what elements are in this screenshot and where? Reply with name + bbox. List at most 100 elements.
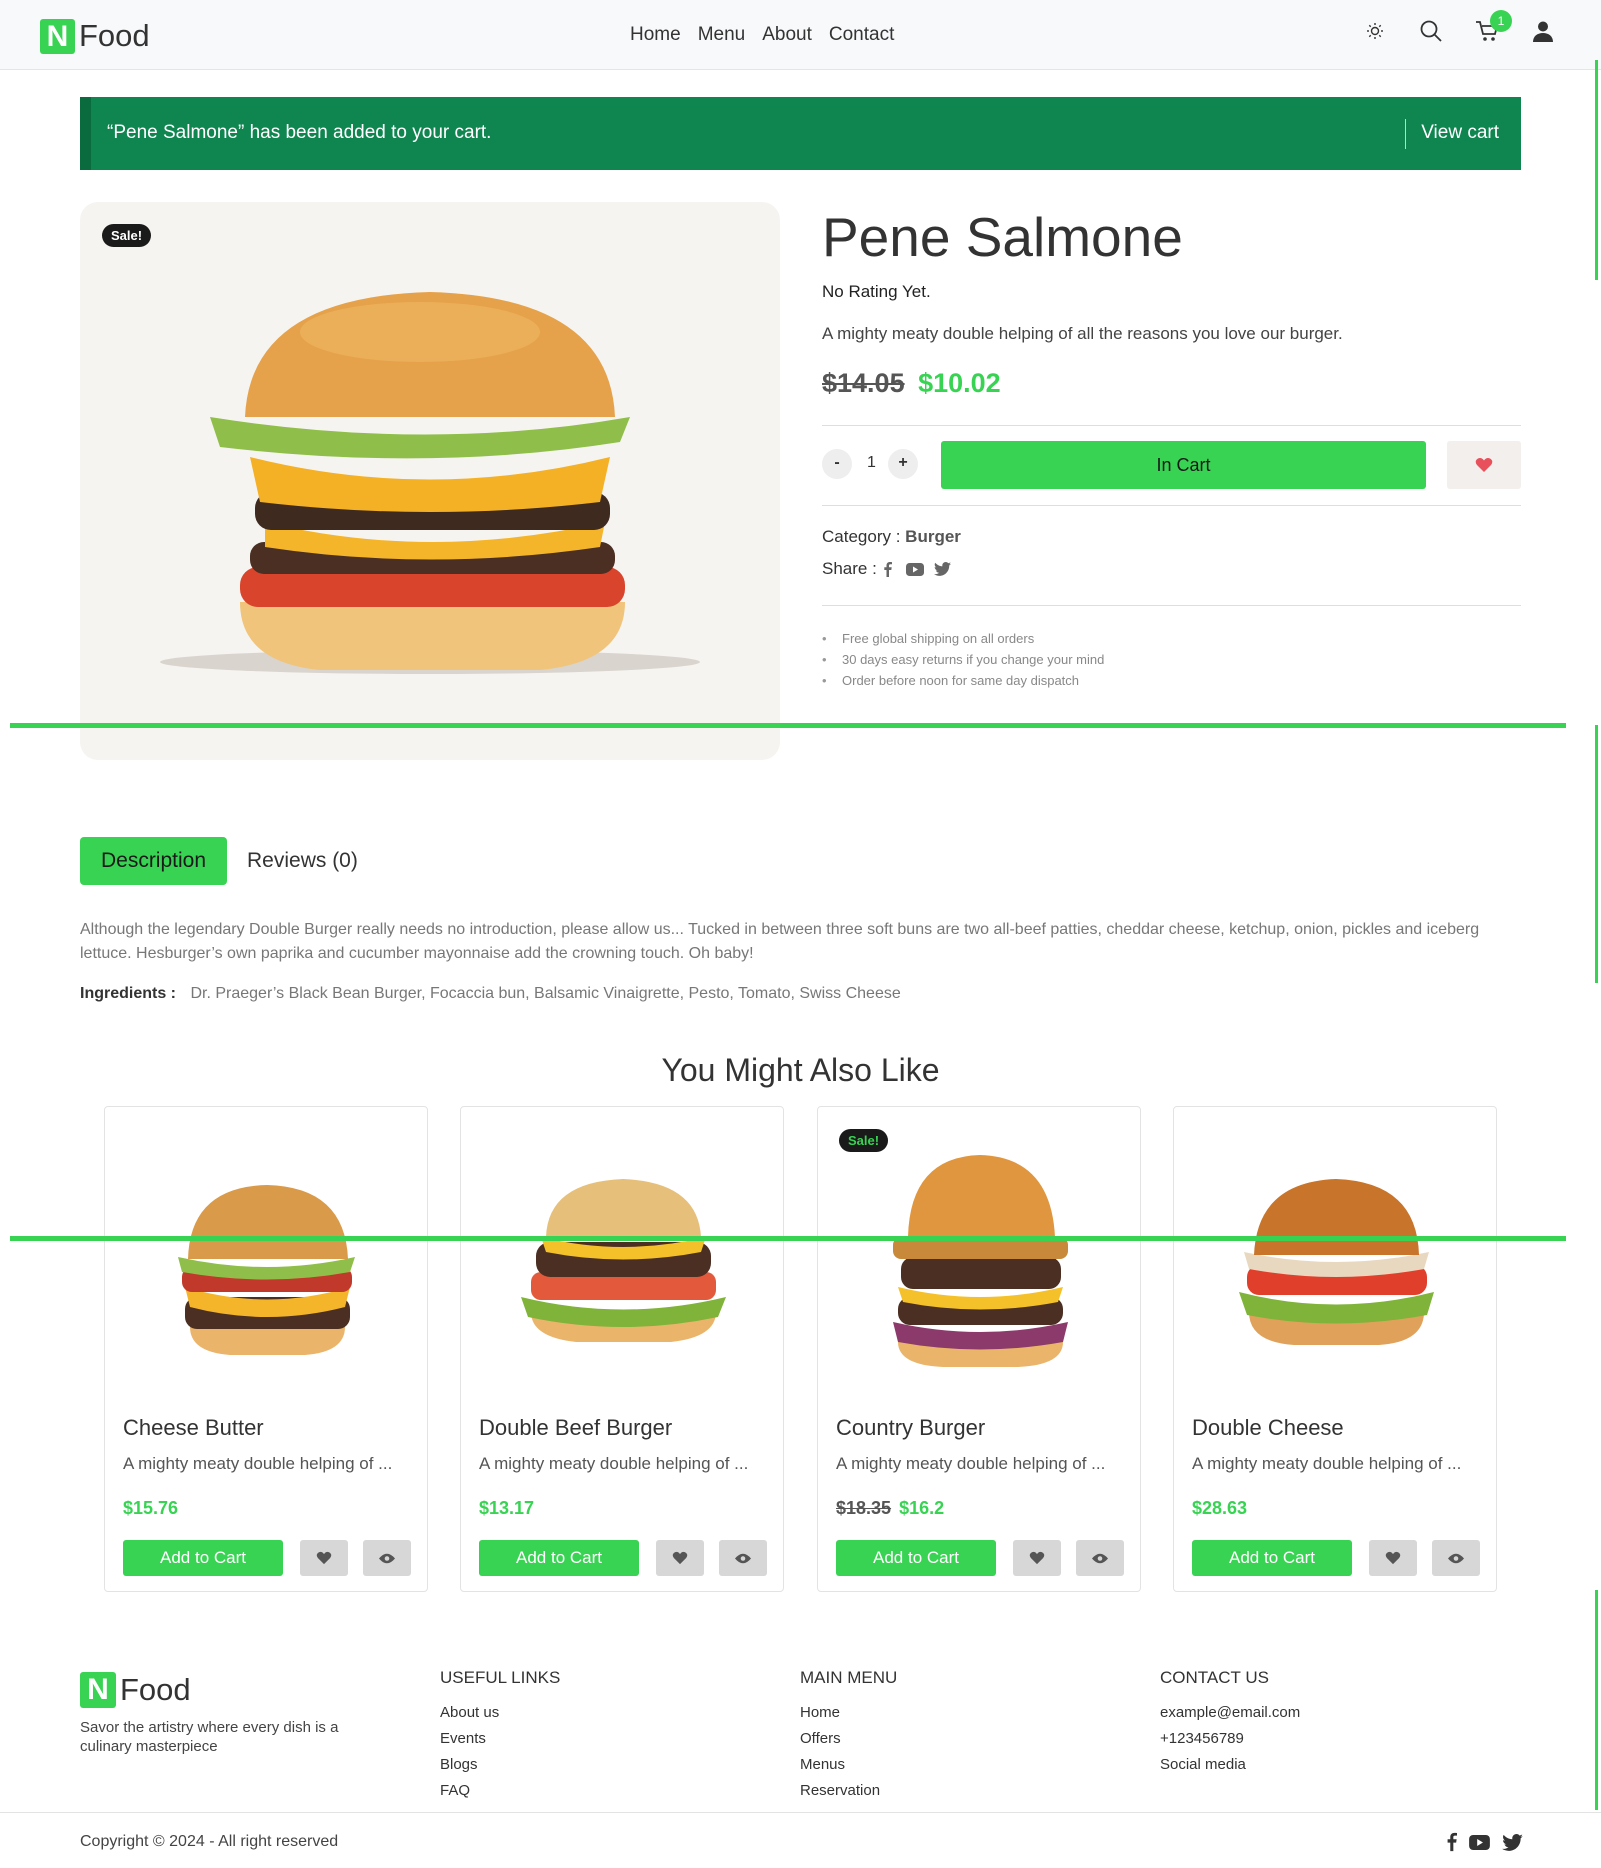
related-title: You Might Also Like — [661, 1052, 940, 1088]
heart-icon — [1475, 458, 1493, 472]
footer-tagline: Savor the artistry where every dish is a… — [80, 1719, 339, 1755]
footer-heading: MAIN MENU — [800, 1668, 898, 1687]
product-card-price-value: $28.63 — [1192, 1498, 1248, 1518]
scrollbar[interactable] — [1595, 725, 1598, 983]
add-to-cart-button[interactable]: Add to Cart — [1192, 1540, 1352, 1576]
quick-view-button[interactable] — [1076, 1540, 1124, 1576]
footer-email[interactable]: example@email.com — [1160, 1700, 1300, 1726]
add-to-cart-button[interactable]: Add to Cart — [479, 1540, 639, 1576]
facebook-icon[interactable] — [883, 561, 892, 577]
category-link[interactable]: Burger — [905, 527, 961, 546]
guide-line — [10, 1236, 1566, 1241]
product-card-price-value: $16.2 — [899, 1498, 945, 1518]
cart-count-badge: 1 — [1490, 10, 1512, 32]
youtube-icon[interactable] — [905, 562, 924, 576]
user-icon[interactable] — [1530, 18, 1556, 44]
nav-contact[interactable]: Contact — [829, 24, 894, 46]
copyright: Copyright © 2024 - All right reserved — [80, 1833, 339, 1850]
footer-logo[interactable]: N Food — [80, 1672, 191, 1708]
description-text: Although the legendary Double Burger rea… — [80, 921, 1480, 962]
scrollbar[interactable] — [1595, 60, 1598, 280]
footer-link[interactable]: Menus — [800, 1752, 897, 1778]
footer-link[interactable]: FAQ — [440, 1778, 560, 1804]
eye-icon — [1448, 1553, 1464, 1563]
sun-icon[interactable] — [1362, 18, 1388, 44]
divider — [822, 505, 1521, 506]
footer-divider — [0, 1812, 1601, 1813]
product-category: Category : Burger — [822, 527, 961, 547]
product-card-name[interactable]: Cheese Butter — [123, 1415, 264, 1441]
logo-letter: N — [40, 18, 75, 54]
product-title: Pene Salmone — [822, 206, 1183, 268]
footer-link[interactable]: Events — [440, 1726, 560, 1752]
main-nav: Home Menu About Contact — [630, 24, 894, 46]
wishlist-button[interactable] — [1447, 441, 1521, 489]
nav-about[interactable]: About — [762, 24, 812, 46]
twitter-icon[interactable] — [933, 562, 951, 576]
quick-view-button[interactable] — [1432, 1540, 1480, 1576]
twitter-icon[interactable] — [1502, 1833, 1523, 1851]
guide-line — [10, 723, 1566, 728]
scrollbar[interactable] — [1595, 1590, 1598, 1810]
quick-view-button[interactable] — [719, 1540, 767, 1576]
qty-decrease-button[interactable]: - — [822, 449, 852, 479]
wishlist-button[interactable] — [1369, 1540, 1417, 1576]
logo[interactable]: N Food — [40, 18, 150, 54]
facebook-icon[interactable] — [1446, 1832, 1457, 1852]
product-card[interactable]: Cheese Butter A mighty meaty double help… — [104, 1106, 428, 1592]
footer-link[interactable]: Home — [800, 1700, 897, 1726]
eye-icon — [379, 1553, 395, 1563]
perk-item: 30 days easy returns if you change your … — [822, 649, 1104, 670]
nav-menu[interactable]: Menu — [698, 24, 746, 46]
product-card-image — [521, 1179, 726, 1342]
product-card-name[interactable]: Double Cheese — [1192, 1415, 1344, 1441]
cart-icon[interactable]: 1 — [1474, 10, 1512, 44]
product-card-name[interactable]: Double Beef Burger — [479, 1415, 672, 1441]
in-cart-button[interactable]: In Cart — [941, 441, 1426, 489]
wishlist-button[interactable] — [300, 1540, 348, 1576]
old-price: $14.05 — [822, 368, 905, 398]
footer-social[interactable]: Social media — [1160, 1752, 1300, 1778]
tab-reviews[interactable]: Reviews (0) — [247, 849, 358, 873]
product-card-desc: A mighty meaty double helping of ... — [836, 1454, 1106, 1473]
logo-text: Food — [79, 18, 150, 53]
product-card-name[interactable]: Country Burger — [836, 1415, 985, 1441]
add-to-cart-button[interactable]: Add to Cart — [123, 1540, 283, 1576]
add-to-cart-button[interactable]: Add to Cart — [836, 1540, 996, 1576]
qty-increase-button[interactable]: + — [888, 449, 918, 479]
perk-item: Order before noon for same day dispatch — [822, 670, 1104, 691]
footer-link[interactable]: Blogs — [440, 1752, 560, 1778]
site-header: N Food Home Menu About Contact 1 — [0, 0, 1601, 70]
product-card-image — [1239, 1179, 1434, 1345]
product-card-price: $15.76 — [123, 1498, 178, 1519]
product-card[interactable]: Sale! Country Burger A mighty meaty doub… — [817, 1106, 1141, 1592]
youtube-icon[interactable] — [1469, 1834, 1490, 1850]
share-label: Share : — [822, 559, 877, 578]
footer-link[interactable]: About us — [440, 1700, 560, 1726]
product-card[interactable]: Double Cheese A mighty meaty double help… — [1173, 1106, 1497, 1592]
view-cart-link[interactable]: View cart — [1421, 122, 1499, 144]
notice-divider — [1405, 119, 1406, 149]
footer-heading: CONTACT US — [1160, 1668, 1269, 1687]
product-card-price-value: $13.17 — [479, 1498, 535, 1518]
product-image: Sale! — [80, 202, 780, 760]
product-card-desc: A mighty meaty double helping of ... — [479, 1454, 749, 1473]
tab-description[interactable]: Description — [80, 837, 227, 885]
footer-useful-links: USEFUL LINKS About us Events Blogs FAQ — [440, 1668, 560, 1804]
footer-social-icons — [1446, 1832, 1523, 1852]
nav-home[interactable]: Home — [630, 24, 681, 46]
qty-value[interactable]: 1 — [867, 454, 876, 472]
product-card[interactable]: Double Beef Burger A mighty meaty double… — [460, 1106, 784, 1592]
footer-link[interactable]: Offers — [800, 1726, 897, 1752]
product-card-price: $13.17 — [479, 1498, 534, 1519]
search-icon[interactable] — [1418, 18, 1444, 44]
eye-icon — [735, 1553, 751, 1563]
wishlist-button[interactable] — [656, 1540, 704, 1576]
sale-badge: Sale! — [102, 224, 152, 247]
product-card-image — [178, 1185, 355, 1355]
footer-link[interactable]: Reservation — [800, 1778, 897, 1804]
wishlist-button[interactable] — [1013, 1540, 1061, 1576]
product-short-desc: A mighty meaty double helping of all the… — [822, 324, 1343, 343]
quick-view-button[interactable] — [363, 1540, 411, 1576]
footer-phone[interactable]: +123456789 — [1160, 1726, 1300, 1752]
